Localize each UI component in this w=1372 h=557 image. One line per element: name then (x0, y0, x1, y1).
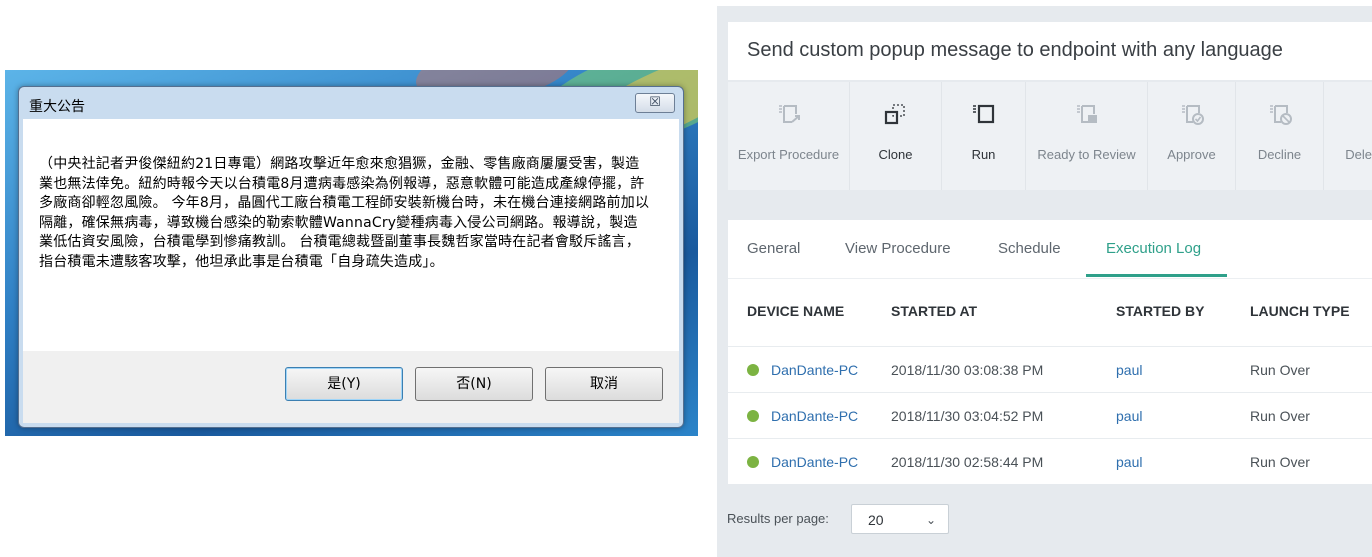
action-toolbar: Export Procedure Clone Run Ready to Revi… (728, 82, 1372, 190)
procedure-panel: Send custom popup message to endpoint wi… (717, 6, 1372, 557)
decline-button[interactable]: Decline (1236, 82, 1324, 190)
clone-label: Clone (878, 147, 913, 162)
status-dot (747, 410, 759, 422)
run-label: Run (971, 147, 996, 162)
export-procedure-label: Export Procedure (737, 147, 840, 162)
launch-type-cell: Run Over (1250, 454, 1310, 470)
export-procedure-icon (778, 105, 800, 123)
launch-type-cell: Run Over (1250, 362, 1310, 378)
dialog-message: （中央社記者尹俊傑紐約21日專電）網路攻擊近年愈來愈猖獗，金融、零售廠商屢屢受害… (39, 156, 650, 270)
column-header-launch-type[interactable]: LAUNCH TYPE (1250, 303, 1350, 319)
approve-icon (1181, 105, 1204, 125)
results-per-page-select[interactable]: 20 ⌄ (851, 504, 949, 534)
ready-to-review-icon (1076, 105, 1097, 123)
device-name-link[interactable]: DanDante-PC (771, 408, 858, 424)
launch-type-cell: Run Over (1250, 408, 1310, 424)
title-bar: Send custom popup message to endpoint wi… (728, 22, 1372, 80)
results-per-page-label: Results per page: (727, 511, 829, 526)
page-title: Send custom popup message to endpoint wi… (747, 39, 1283, 61)
run-icon (972, 104, 994, 124)
column-header-device-name[interactable]: DEVICE NAME (747, 303, 844, 319)
started-at-cell: 2018/11/30 03:04:52 PM (891, 408, 1044, 424)
tab-view-procedure[interactable]: View Procedure (845, 240, 951, 257)
tabs-area: General View Procedure Schedule Executio… (728, 220, 1372, 484)
status-dot (747, 456, 759, 468)
column-header-started-by[interactable]: STARTED BY (1116, 303, 1204, 319)
pagination: Results per page: 20 ⌄ (717, 502, 1372, 542)
decline-label: Decline (1257, 147, 1302, 162)
results-per-page-value: 20 (868, 512, 884, 528)
started-by-link[interactable]: paul (1116, 362, 1142, 378)
table-row[interactable]: DanDante-PC 2018/11/30 02:58:44 PM paul … (728, 438, 1372, 484)
table-row[interactable]: DanDante-PC 2018/11/30 03:08:38 PM paul … (728, 346, 1372, 392)
table-row[interactable]: DanDante-PC 2018/11/30 03:04:52 PM paul … (728, 392, 1372, 438)
started-by-link[interactable]: paul (1116, 408, 1142, 424)
started-by-link[interactable]: paul (1116, 454, 1142, 470)
approve-label: Approve (1167, 147, 1216, 162)
delete-button[interactable]: Delete (1324, 82, 1372, 190)
active-tab-indicator (1086, 274, 1227, 277)
column-header-started-at[interactable]: STARTED AT (891, 303, 977, 319)
device-name-link[interactable]: DanDante-PC (771, 362, 858, 378)
run-button[interactable]: Run (942, 82, 1026, 190)
cancel-button[interactable]: 取消 (545, 367, 663, 401)
dialog-title: 重大公告 (29, 99, 85, 115)
started-at-cell: 2018/11/30 03:08:38 PM (891, 362, 1044, 378)
yes-button[interactable]: 是(Y) (285, 367, 403, 401)
started-at-cell: 2018/11/30 02:58:44 PM (891, 454, 1044, 470)
clone-button[interactable]: Clone (850, 82, 942, 190)
table-header: DEVICE NAME STARTED AT STARTED BY LAUNCH… (728, 278, 1372, 332)
chevron-down-icon[interactable]: ⌄ (920, 509, 942, 531)
dialog-body: （中央社記者尹俊傑紐約21日專電）網路攻擊近年愈來愈猖獗，金融、零售廠商屢屢受害… (23, 119, 679, 351)
decline-icon (1269, 105, 1292, 125)
clone-icon (884, 104, 905, 125)
approve-button[interactable]: Approve (1148, 82, 1236, 190)
export-procedure-button[interactable]: Export Procedure (728, 82, 850, 190)
device-name-link[interactable]: DanDante-PC (771, 454, 858, 470)
ready-to-review-button[interactable]: Ready to Review (1026, 82, 1148, 190)
status-dot (747, 364, 759, 376)
tab-execution-log[interactable]: Execution Log (1106, 240, 1201, 257)
tab-schedule[interactable]: Schedule (998, 240, 1061, 257)
no-button[interactable]: 否(N) (415, 367, 533, 401)
delete-label: Delete (1345, 147, 1372, 162)
tab-general[interactable]: General (747, 240, 800, 257)
dialog-footer: 是(Y) 否(N) 取消 (23, 351, 679, 423)
ready-to-review-label: Ready to Review (1037, 147, 1136, 162)
close-icon[interactable]: ☒ (635, 93, 675, 113)
announcement-dialog: 重大公告 ☒ （中央社記者尹俊傑紐約21日專電）網路攻擊近年愈來愈猖獗，金融、零… (18, 86, 684, 428)
